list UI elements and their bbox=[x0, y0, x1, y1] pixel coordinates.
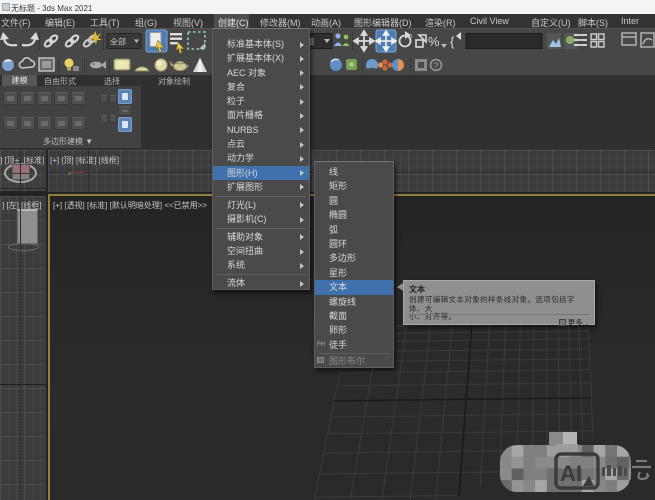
svg-text:全部: 全部 bbox=[110, 37, 126, 47]
svg-text:AI: AI bbox=[560, 461, 582, 486]
svg-text:o: o bbox=[409, 34, 413, 40]
svg-text:%: % bbox=[428, 34, 440, 49]
svg-text:{: { bbox=[450, 34, 455, 49]
svg-text:?: ? bbox=[434, 62, 439, 71]
